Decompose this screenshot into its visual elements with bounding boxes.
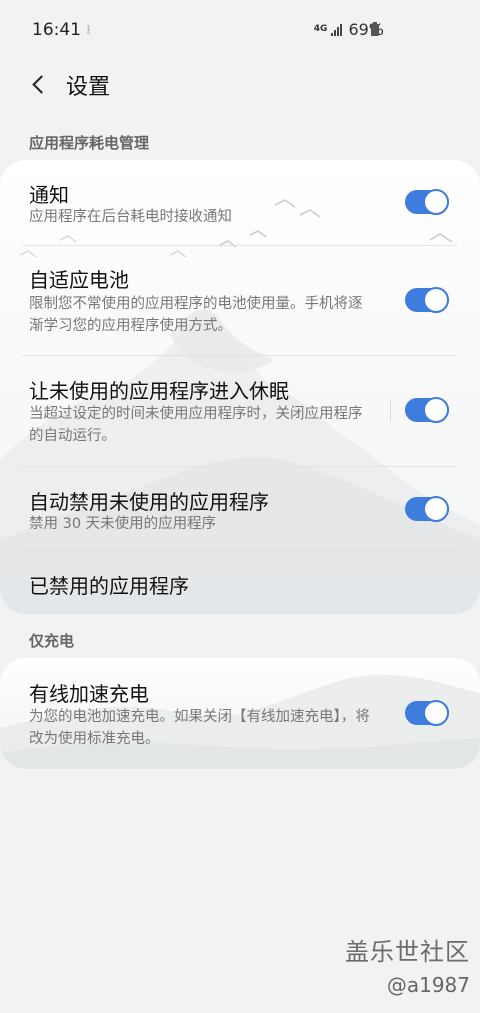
row-adaptive-battery[interactable]: 自适应电池 限制您不常使用的应用程序的电池使用量。手机将逐渐学习您的应用程序使用… xyxy=(0,246,480,356)
toggle-knob xyxy=(423,700,449,726)
watermark-community-name: 盖乐世社区 xyxy=(345,938,470,966)
row-auto-disable-unused-apps[interactable]: 自动禁用未使用的应用程序 禁用 30 天未使用的应用程序 xyxy=(0,467,480,551)
page-title: 设置 xyxy=(66,75,111,100)
battery-management-card: 通知 应用程序在后台耗电时接收通知 自适应电池 限制您不常使用的应用程序的电池使… xyxy=(0,160,480,614)
vertical-separator xyxy=(390,400,391,422)
charging-card: 有线加速充电 为您的电池加速充电。如果关闭【有线加速充电】，将改为使用标准充电。 xyxy=(0,658,480,769)
row-sleep-unused-apps[interactable]: 让未使用的应用程序进入休眠 当超过设定的时间未使用应用程序时，关闭应用程序的自动… xyxy=(0,356,480,466)
toggle-knob xyxy=(423,397,449,423)
watermark: 盖乐世社区 @a1987 xyxy=(345,932,470,997)
row-subtitle: 限制您不常使用的应用程序的电池使用量。手机将逐渐学习您的应用程序使用方式。 xyxy=(29,296,363,334)
row-title: 有线加速充电 xyxy=(29,682,149,706)
toggle-knob xyxy=(423,189,449,215)
row-subtitle: 为您的电池加速充电。如果关闭【有线加速充电】，将改为使用标准充电。 xyxy=(29,709,370,747)
auto-disable-toggle[interactable] xyxy=(405,496,449,523)
row-notifications[interactable]: 通知 应用程序在后台耗电时接收通知 xyxy=(0,160,480,246)
network-type-label: 4G xyxy=(313,24,328,34)
row-subtitle: 当超过设定的时间未使用应用程序时，关闭应用程序的自动运行。 xyxy=(29,406,363,444)
header: 设置 xyxy=(0,60,480,110)
toggle-knob xyxy=(423,287,449,313)
toggle-knob xyxy=(423,496,449,522)
section-title-battery-management: 应用程序耗电管理 xyxy=(29,134,150,152)
download-icon: ⭳ xyxy=(86,22,91,38)
notifications-toggle[interactable] xyxy=(405,189,449,216)
row-wired-fast-charging[interactable]: 有线加速充电 为您的电池加速充电。如果关闭【有线加速充电】，将改为使用标准充电。 xyxy=(0,658,480,769)
row-subtitle: 禁用 30 天未使用的应用程序 xyxy=(29,516,217,532)
status-time: 16:41 xyxy=(32,20,81,40)
section-title-charging: 仅充电 xyxy=(29,632,75,650)
row-title: 让未使用的应用程序进入休眠 xyxy=(29,379,289,403)
wired-fast-charging-toggle[interactable] xyxy=(405,700,449,727)
row-title: 自适应电池 xyxy=(29,268,129,292)
row-disabled-apps[interactable]: 已禁用的应用程序 xyxy=(0,552,480,614)
adaptive-battery-toggle[interactable] xyxy=(405,287,449,314)
watermark-user-handle: @a1987 xyxy=(386,973,470,997)
status-bar: 16:41 ⭳ 4G 69% xyxy=(0,0,480,60)
back-button[interactable] xyxy=(22,68,56,102)
row-title: 已禁用的应用程序 xyxy=(29,574,189,598)
sleep-unused-apps-toggle[interactable] xyxy=(405,397,449,424)
row-subtitle: 应用程序在后台耗电时接收通知 xyxy=(29,209,232,225)
row-title: 自动禁用未使用的应用程序 xyxy=(29,490,269,514)
battery-icon xyxy=(371,22,379,36)
signal-icon xyxy=(331,23,343,36)
row-title: 通知 xyxy=(29,183,69,207)
